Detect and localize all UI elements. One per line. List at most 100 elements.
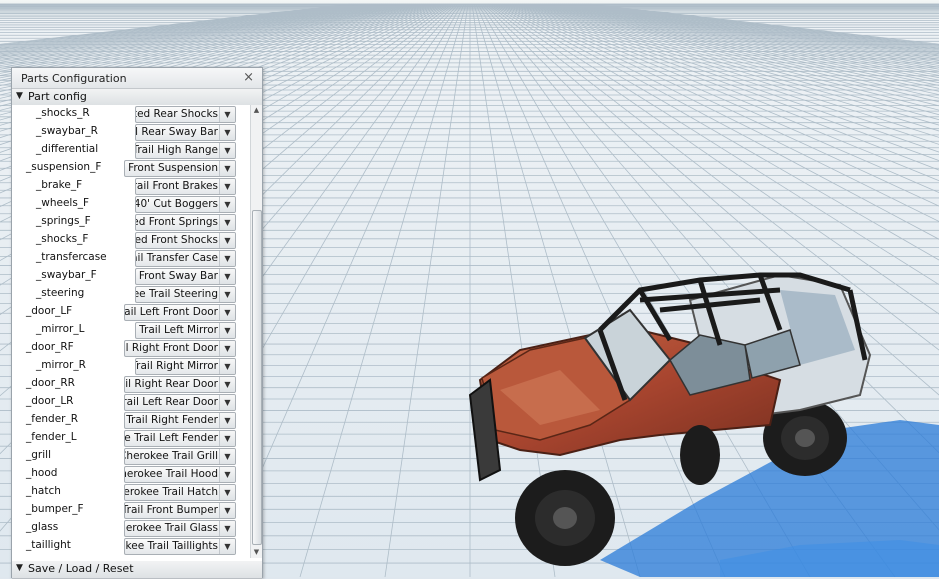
part-select-dropdown[interactable]: 40' Cut Boggers ▼ <box>135 196 236 213</box>
part-select-dropdown[interactable]: rail Front Brakes ▼ <box>135 178 236 195</box>
part-select-dropdown[interactable]: e Trail Right Fender ▼ <box>124 412 236 429</box>
part-slot-label: _wheels_F <box>36 197 90 209</box>
part-select-value: herokee Trail Glass <box>124 522 218 534</box>
part-select-dropdown[interactable]: e Trail Left Mirror ▼ <box>135 322 236 339</box>
part-row: _door_RR ail Right Rear Door ▼ <box>12 375 250 393</box>
part-select-dropdown[interactable]: Front Sway Bar ▼ <box>135 268 236 285</box>
part-select-dropdown[interactable]: ail Transfer Case ▼ <box>135 250 236 267</box>
dropdown-arrow-icon[interactable]: ▼ <box>219 143 235 158</box>
section-part-config[interactable]: ▼ Part config <box>12 89 262 106</box>
part-select-dropdown[interactable]: Cherokee Trail Grill ▼ <box>124 448 236 465</box>
dropdown-arrow-icon[interactable]: ▼ <box>219 521 235 536</box>
part-slot-label: _door_RR <box>26 377 75 389</box>
part-select-value: rail Left Rear Door <box>124 396 218 408</box>
scroll-down-arrow-icon[interactable]: ▼ <box>251 547 262 558</box>
part-slot-label: _shocks_R <box>36 107 90 119</box>
part-row: _hood herokee Trail Hood ▼ <box>12 465 250 483</box>
dropdown-arrow-icon[interactable]: ▼ <box>219 197 235 212</box>
part-select-value: Front Sway Bar <box>138 270 218 282</box>
dropdown-arrow-icon[interactable]: ▼ <box>219 125 235 140</box>
dropdown-arrow-icon[interactable]: ▼ <box>219 323 235 338</box>
dropdown-arrow-icon[interactable]: ▼ <box>219 107 235 122</box>
part-row: _shocks_F ed Front Shocks ▼ <box>12 231 250 249</box>
part-select-dropdown[interactable]: rail Left Rear Door ▼ <box>124 394 236 411</box>
part-slot-label: _door_LF <box>26 305 73 317</box>
parts-list-scrollbar[interactable]: ▲ ▼ <box>250 105 262 558</box>
part-row: _door_LR rail Left Rear Door ▼ <box>12 393 250 411</box>
part-select-value: Trail Front Bumper <box>124 504 218 516</box>
dropdown-arrow-icon[interactable]: ▼ <box>219 359 235 374</box>
part-select-dropdown[interactable]: Trail Front Bumper ▼ <box>124 502 236 519</box>
part-select-dropdown[interactable]: herokee Trail Hood ▼ <box>124 466 236 483</box>
part-row: _taillight okee Trail Taillights ▼ <box>12 537 250 555</box>
part-row: _springs_F ed Front Springs ▼ <box>12 213 250 231</box>
part-select-dropdown[interactable]: ail Right Rear Door ▼ <box>124 376 236 393</box>
part-select-value: ed Front Springs <box>135 216 218 228</box>
part-slot-label: _steering <box>36 287 85 299</box>
dropdown-arrow-icon[interactable]: ▼ <box>219 449 235 464</box>
part-select-dropdown[interactable]: ted Rear Shocks ▼ <box>135 106 236 123</box>
part-select-dropdown[interactable]: herokee Trail Glass ▼ <box>124 520 236 537</box>
part-select-value: Trail High Range <box>135 144 218 156</box>
part-select-value: rail Front Brakes <box>135 180 218 192</box>
dropdown-arrow-icon[interactable]: ▼ <box>219 179 235 194</box>
dropdown-arrow-icon[interactable]: ▼ <box>219 485 235 500</box>
part-select-value: herokee Trail Hatch <box>124 486 218 498</box>
part-row: _shocks_R ted Rear Shocks ▼ <box>12 105 250 123</box>
close-icon[interactable]: × <box>243 70 254 85</box>
scroll-up-arrow-icon[interactable]: ▲ <box>251 105 262 116</box>
scrollbar-thumb[interactable] <box>252 210 262 545</box>
part-select-dropdown[interactable]: l Rear Sway Bar ▼ <box>135 124 236 141</box>
dropdown-arrow-icon[interactable]: ▼ <box>219 161 235 176</box>
part-select-dropdown[interactable]: rail Left Front Door ▼ <box>124 304 236 321</box>
part-row: _door_LF rail Left Front Door ▼ <box>12 303 250 321</box>
part-select-value: Front Suspension <box>128 162 218 174</box>
part-select-dropdown[interactable]: ed Front Shocks ▼ <box>135 232 236 249</box>
part-row: _grill Cherokee Trail Grill ▼ <box>12 447 250 465</box>
dropdown-arrow-icon[interactable]: ▼ <box>219 539 235 554</box>
part-select-value: herokee Trail Hood <box>124 468 218 480</box>
part-select-value: 40' Cut Boggers <box>135 198 218 210</box>
part-select-dropdown[interactable]: ee Trail Steering ▼ <box>135 286 236 303</box>
part-select-dropdown[interactable]: ail Right Front Door ▼ <box>124 340 236 357</box>
part-select-value: e Trail Left Fender <box>124 432 218 444</box>
dropdown-arrow-icon[interactable]: ▼ <box>219 251 235 266</box>
part-select-dropdown[interactable]: ed Front Springs ▼ <box>135 214 236 231</box>
dropdown-arrow-icon[interactable]: ▼ <box>219 467 235 482</box>
part-slot-label: _bumper_F <box>26 503 84 515</box>
dropdown-arrow-icon[interactable]: ▼ <box>219 287 235 302</box>
dropdown-arrow-icon[interactable]: ▼ <box>219 341 235 356</box>
dropdown-arrow-icon[interactable]: ▼ <box>219 413 235 428</box>
part-select-dropdown[interactable]: Trail Right Mirror ▼ <box>135 358 236 375</box>
part-slot-label: _suspension_F <box>26 161 102 173</box>
part-row: _transfercase ail Transfer Case ▼ <box>12 249 250 267</box>
dropdown-arrow-icon[interactable]: ▼ <box>219 269 235 284</box>
dropdown-arrow-icon[interactable]: ▼ <box>219 431 235 446</box>
part-row: _mirror_L e Trail Left Mirror ▼ <box>12 321 250 339</box>
part-select-dropdown[interactable]: Front Suspension ▼ <box>124 160 236 177</box>
part-slot-label: _swaybar_F <box>36 269 97 281</box>
part-select-dropdown[interactable]: okee Trail Taillights ▼ <box>124 538 236 555</box>
dropdown-arrow-icon[interactable]: ▼ <box>219 395 235 410</box>
dropdown-arrow-icon[interactable]: ▼ <box>219 377 235 392</box>
expand-arrow-icon: ▼ <box>16 91 23 101</box>
section-save-load-reset[interactable]: ▼ Save / Load / Reset <box>12 561 262 579</box>
part-select-value: ail Right Front Door <box>124 342 218 354</box>
dropdown-arrow-icon[interactable]: ▼ <box>219 233 235 248</box>
part-select-dropdown[interactable]: Trail High Range ▼ <box>135 142 236 159</box>
panel-title-bar[interactable]: Parts Configuration × <box>12 68 262 89</box>
dropdown-arrow-icon[interactable]: ▼ <box>219 305 235 320</box>
panel-title: Parts Configuration <box>21 72 127 85</box>
part-select-dropdown[interactable]: herokee Trail Hatch ▼ <box>124 484 236 501</box>
part-select-value: ee Trail Steering <box>135 288 218 300</box>
part-row: _wheels_F 40' Cut Boggers ▼ <box>12 195 250 213</box>
part-select-dropdown[interactable]: e Trail Left Fender ▼ <box>124 430 236 447</box>
part-select-value: ted Rear Shocks <box>135 108 218 120</box>
dropdown-arrow-icon[interactable]: ▼ <box>219 215 235 230</box>
part-slot-label: _shocks_F <box>36 233 89 245</box>
part-select-value: rail Left Front Door <box>124 306 218 318</box>
part-row: _hatch herokee Trail Hatch ▼ <box>12 483 250 501</box>
part-row: _suspension_F Front Suspension ▼ <box>12 159 250 177</box>
part-slot-label: _fender_L <box>26 431 77 443</box>
dropdown-arrow-icon[interactable]: ▼ <box>219 503 235 518</box>
